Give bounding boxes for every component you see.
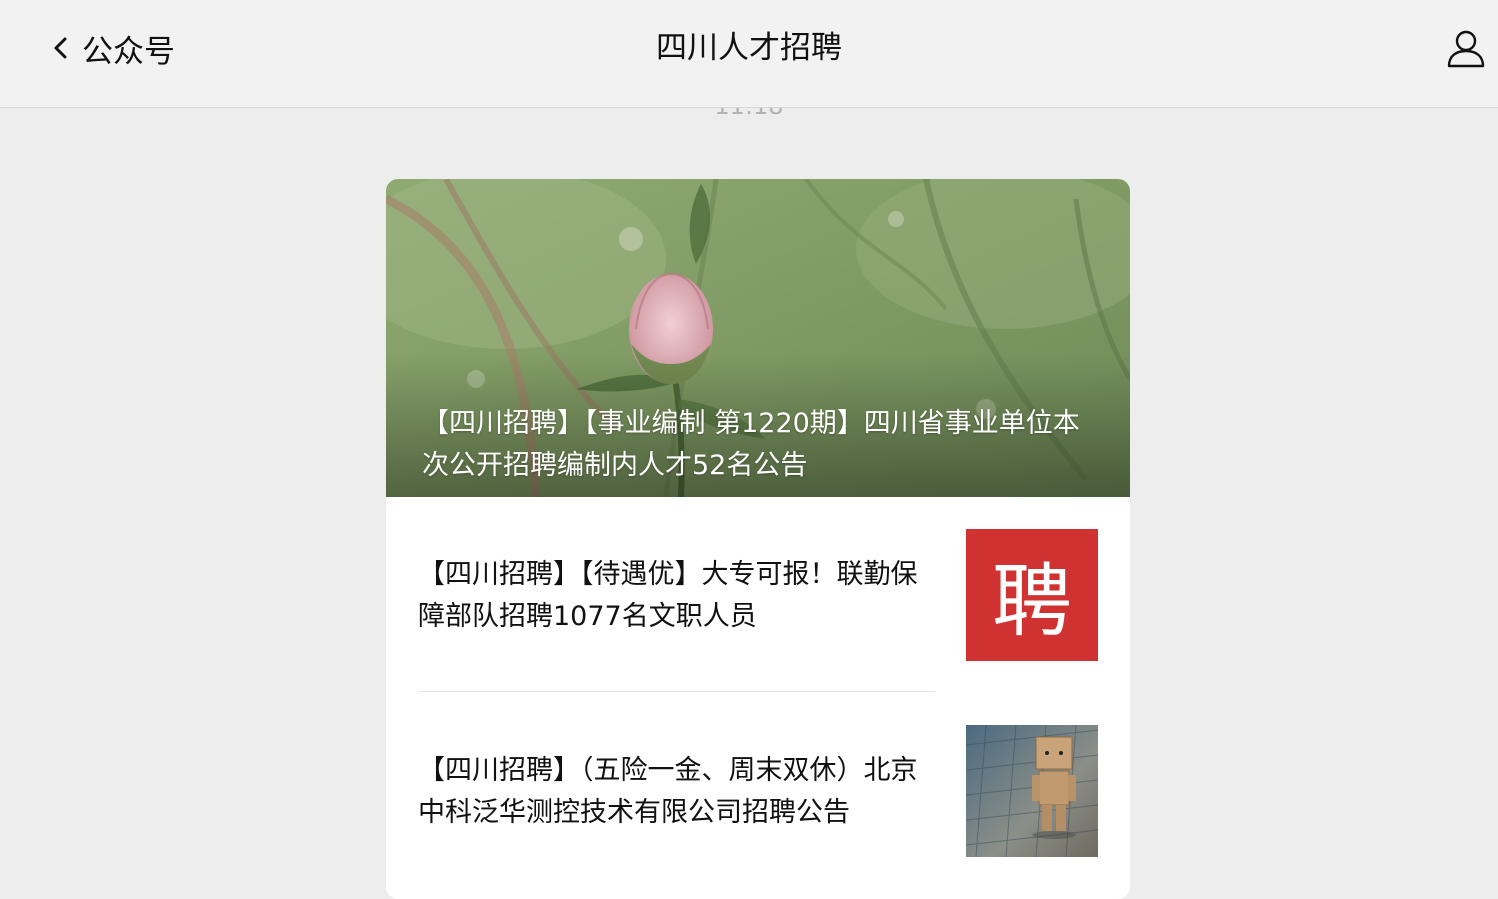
thumbnail-text: 聘: [992, 555, 1072, 648]
article-thumbnail: [966, 725, 1098, 857]
top-navbar: 公众号 四川人才招聘: [0, 0, 1498, 108]
page-title: 四川人才招聘: [656, 30, 842, 66]
person-icon: [1444, 30, 1488, 74]
divider: [418, 691, 935, 692]
article-card: 【四川招聘】【事业编制 第1220期】四川省事业单位本次公开招聘编制内人才52名…: [386, 179, 1130, 899]
article-title: 【四川招聘】【待遇优】大专可报！联勤保障部队招聘1077名文职人员: [418, 559, 918, 632]
article-thumbnail: 聘: [966, 529, 1098, 661]
profile-button[interactable]: [1444, 26, 1488, 70]
list-item[interactable]: 【四川招聘】【待遇优】大专可报！联勤保障部队招聘1077名文职人员 聘: [418, 529, 1098, 661]
cover-article-title: 【四川招聘】【事业编制 第1220期】四川省事业单位本次公开招聘编制内人才52名…: [422, 408, 1080, 481]
list-item[interactable]: 【四川招聘】（五险一金、周末双休）北京中科泛华测控技术有限公司招聘公告: [418, 725, 1098, 857]
article-title: 【四川招聘】（五险一金、周末双休）北京中科泛华测控技术有限公司招聘公告: [418, 755, 918, 828]
thumbnail-image: [966, 725, 1098, 857]
cover-article[interactable]: 【四川招聘】【事业编制 第1220期】四川省事业单位本次公开招聘编制内人才52名…: [386, 179, 1130, 497]
